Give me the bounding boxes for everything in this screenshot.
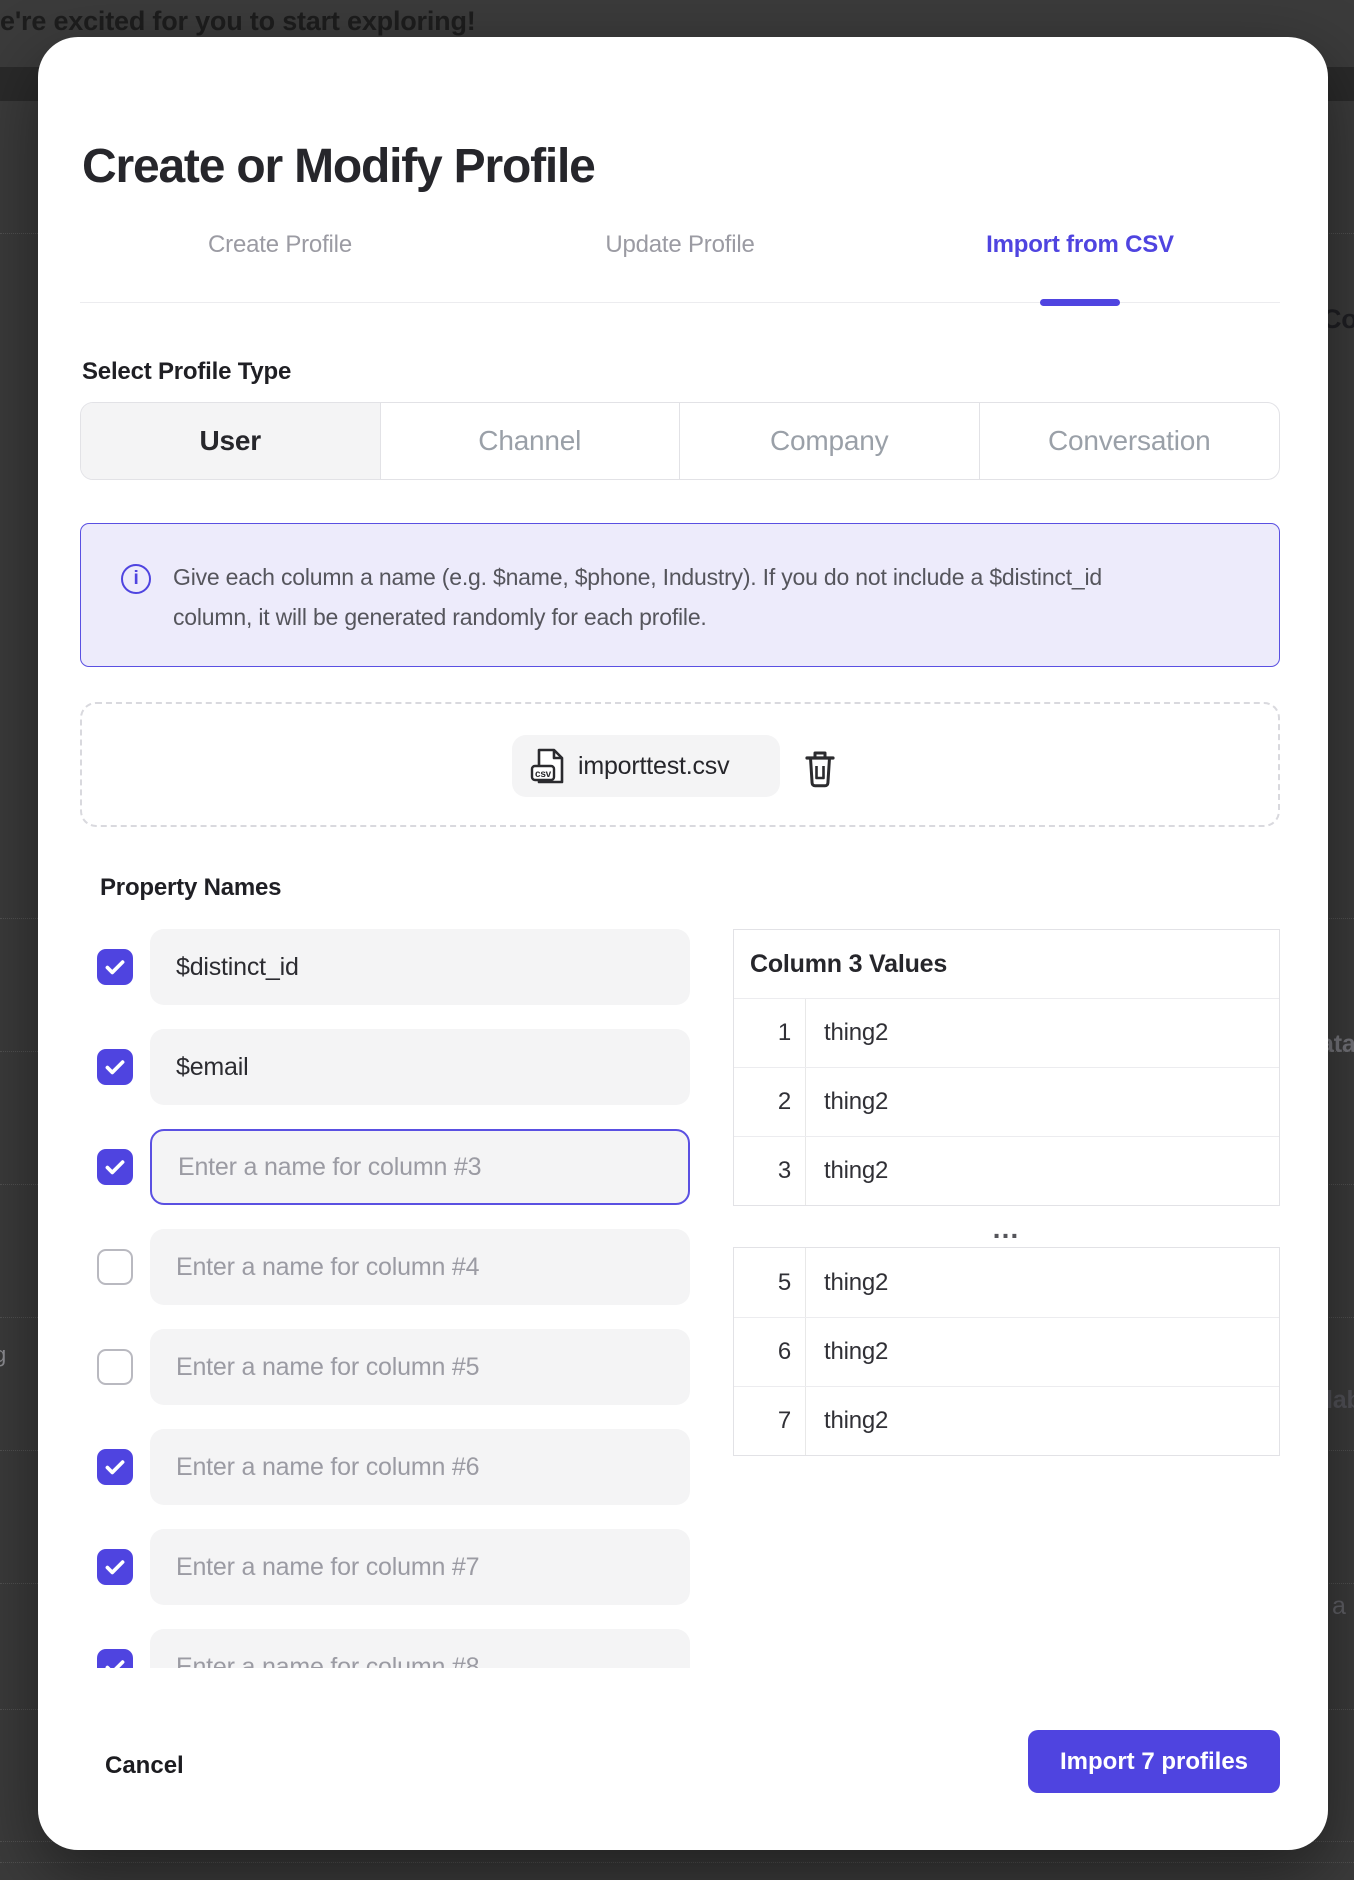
info-icon: i [121, 564, 151, 594]
property-row-6 [80, 1429, 740, 1505]
cancel-button[interactable]: Cancel [105, 1749, 184, 1783]
property-name-input-4[interactable] [150, 1229, 690, 1305]
property-name-input-2[interactable] [150, 1029, 690, 1105]
property-row-3 [80, 1129, 740, 1205]
import-profiles-button[interactable]: Import 7 profiles [1028, 1730, 1280, 1793]
value-row-index: 6 [734, 1318, 806, 1386]
column-values-table-top: Column 3 Values 1 thing2 2 thing2 3 thin… [733, 929, 1280, 1206]
background-text-fragment: a [1332, 1592, 1346, 1621]
info-banner: i Give each column a name (e.g. $name, $… [80, 523, 1280, 667]
property-checkbox-6[interactable] [97, 1449, 133, 1485]
background-text-fragment: g [0, 1342, 6, 1368]
property-checkbox-8[interactable] [97, 1649, 133, 1668]
property-name-input-5[interactable] [150, 1329, 690, 1405]
property-row-2 [80, 1029, 740, 1105]
value-row-index: 1 [734, 999, 806, 1067]
modal-title: Create or Modify Profile [82, 139, 595, 194]
tab-label: Import from CSV [986, 231, 1174, 258]
uploaded-file-name: importtest.csv [578, 752, 729, 781]
value-row-value: thing2 [806, 1137, 888, 1205]
profile-type-segmented-control: User Channel Company Conversation [80, 402, 1280, 480]
property-row-8 [80, 1629, 740, 1668]
property-names-heading: Property Names [100, 874, 281, 902]
value-row: 6 thing2 [734, 1317, 1279, 1386]
value-row-index: 2 [734, 1068, 806, 1136]
value-row-value: thing2 [806, 1068, 888, 1136]
value-row-value: thing2 [806, 999, 888, 1067]
tab-import-from-csv[interactable]: Import from CSV [880, 222, 1280, 302]
property-row-7 [80, 1529, 740, 1605]
modal-tab-bar: Create Profile Update Profile Import fro… [80, 222, 1280, 303]
property-checkbox-3[interactable] [97, 1149, 133, 1185]
value-row: 2 thing2 [734, 1067, 1279, 1136]
tab-create-profile[interactable]: Create Profile [80, 222, 480, 302]
column-values-table-bottom: 5 thing2 6 thing2 7 thing2 [733, 1247, 1280, 1456]
profile-type-option-conversation[interactable]: Conversation [980, 403, 1280, 479]
value-row-index: 7 [734, 1387, 806, 1455]
value-row-index: 3 [734, 1137, 806, 1205]
property-checkbox-4[interactable] [97, 1249, 133, 1285]
column-values-header: Column 3 Values [734, 930, 1279, 998]
property-checkbox-7[interactable] [97, 1549, 133, 1585]
create-or-modify-profile-modal: Create or Modify Profile Create Profile … [38, 37, 1328, 1850]
profile-type-option-channel[interactable]: Channel [381, 403, 681, 479]
property-name-input-3[interactable] [150, 1129, 690, 1205]
uploaded-file-chip: csv importtest.csv [512, 735, 780, 797]
property-name-input-6[interactable] [150, 1429, 690, 1505]
property-row-5 [80, 1329, 740, 1405]
property-checkbox-1[interactable] [97, 949, 133, 985]
svg-text:csv: csv [535, 769, 552, 780]
property-name-input-1[interactable] [150, 929, 690, 1005]
value-row: 3 thing2 [734, 1136, 1279, 1205]
value-row: 5 thing2 [734, 1248, 1279, 1317]
profile-type-option-user[interactable]: User [81, 403, 381, 479]
background-text-fragment: lab [1326, 1386, 1354, 1415]
csv-upload-dropzone[interactable]: csv importtest.csv [80, 702, 1280, 827]
profile-type-option-company[interactable]: Company [680, 403, 980, 479]
info-banner-text: Give each column a name (e.g. $name, $ph… [173, 557, 1118, 637]
property-name-input-7[interactable] [150, 1529, 690, 1605]
property-name-input-8[interactable] [150, 1629, 690, 1668]
trash-icon [802, 749, 842, 791]
active-tab-underline [1040, 299, 1120, 306]
table-ellipsis: … [733, 1211, 1280, 1247]
csv-file-icon: csv [530, 747, 566, 785]
property-checkbox-2[interactable] [97, 1049, 133, 1085]
import-columns-scroll-area[interactable]: Column 3 Values 1 thing2 2 thing2 3 thin… [80, 905, 1280, 1668]
delete-file-button[interactable] [802, 748, 842, 792]
property-row-4 [80, 1229, 740, 1305]
bg-divider-line [0, 1862, 1354, 1863]
tab-update-profile[interactable]: Update Profile [480, 222, 880, 302]
property-row-1 [80, 929, 740, 1005]
background-banner-text: e're excited for you to start exploring! [0, 6, 476, 37]
value-row-value: thing2 [806, 1318, 888, 1386]
value-row: 7 thing2 [734, 1386, 1279, 1455]
value-row-value: thing2 [806, 1387, 888, 1455]
profile-type-label: Select Profile Type [82, 358, 291, 386]
property-checkbox-5[interactable] [97, 1349, 133, 1385]
value-row-value: thing2 [806, 1248, 888, 1317]
value-row-index: 5 [734, 1248, 806, 1317]
value-row: 1 thing2 [734, 998, 1279, 1067]
